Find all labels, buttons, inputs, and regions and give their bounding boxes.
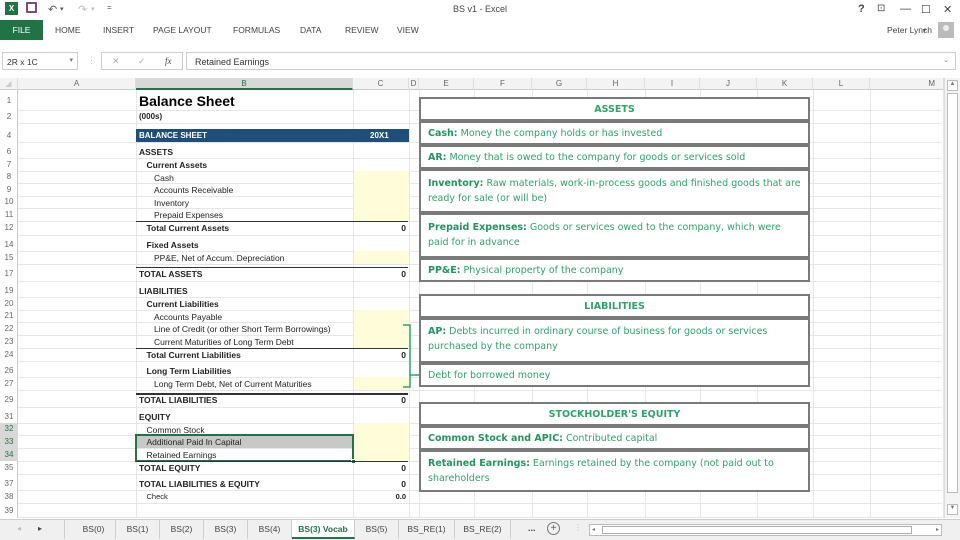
total-border-line xyxy=(136,267,408,268)
new-sheet-button[interactable]: + xyxy=(547,522,560,535)
line-item-label[interactable]: Total Current Liabilities xyxy=(147,350,241,360)
debt-bracket-connector xyxy=(403,324,419,388)
line-item-label[interactable]: Prepaid Expenses xyxy=(154,210,223,220)
line-item-label[interactable]: Fixed Assets xyxy=(147,240,199,250)
horizontal-scroll-thumb[interactable] xyxy=(602,526,912,534)
scroll-right-icon[interactable]: ▸ xyxy=(936,526,939,533)
vocab-retained-earnings[interactable]: Retained Earnings: Earnings retained by … xyxy=(419,450,810,492)
total-border-line xyxy=(136,461,408,462)
line-item-label[interactable]: Current Assets xyxy=(147,160,208,170)
sheet-tab[interactable]: BS(0) xyxy=(72,520,116,539)
sheet-title[interactable]: Balance Sheet xyxy=(139,93,235,109)
line-item-label[interactable]: Current Maturities of Long Term Debt xyxy=(154,337,294,347)
vocab-cash[interactable]: Cash: Money the company holds or has inv… xyxy=(419,121,810,145)
def-ppe: Physical property of the company xyxy=(460,265,624,276)
vocab-ppe[interactable]: PP&E: Physical property of the company xyxy=(419,258,810,282)
line-item-label[interactable]: TOTAL ASSETS xyxy=(139,269,202,279)
line-item-label[interactable]: Inventory xyxy=(154,198,189,208)
def-ap: Debts incurred in ordinary course of bus… xyxy=(428,326,768,352)
line-item-label[interactable]: Accounts Payable xyxy=(154,312,222,322)
sheet-tab[interactable]: BS(2) xyxy=(160,520,204,539)
term-common-stock: Common Stock and APIC: xyxy=(428,433,563,444)
sheet-tab[interactable]: BS(5) xyxy=(355,520,399,539)
sheet-tab[interactable]: BS(3) xyxy=(204,520,248,539)
header-year: 20X1 xyxy=(370,131,389,140)
tab-scroll-left-icon[interactable]: ◂ xyxy=(17,524,21,533)
def-debt: Debt for borrowed money xyxy=(428,370,551,381)
sheet-tab[interactable]: BS_RE(2) xyxy=(455,520,511,539)
vocab-debt[interactable]: Debt for borrowed money xyxy=(419,363,810,387)
sheet-tab[interactable]: BS(4) xyxy=(248,520,292,539)
line-item-label[interactable]: ASSETS xyxy=(139,147,173,157)
line-item-label[interactable]: Common Stock xyxy=(147,425,205,435)
line-item-value[interactable]: 0.0 xyxy=(354,492,406,501)
line-item-label[interactable]: Retained Earnings xyxy=(147,450,217,460)
term-retained-earnings: Retained Earnings: xyxy=(428,458,530,469)
scroll-left-icon[interactable]: ◂ xyxy=(592,526,595,533)
def-common-stock: Contributed capital xyxy=(562,433,658,444)
vocab-ap[interactable]: AP: Debts incurred in ordinary course of… xyxy=(419,318,810,363)
sheet-tab[interactable]: BS_RE(1) xyxy=(399,520,455,539)
vocab-common-stock[interactable]: Common Stock and APIC: Contributed capit… xyxy=(419,426,810,450)
line-item-label[interactable]: Long Term Liabilities xyxy=(147,366,232,376)
vocab-inventory[interactable]: Inventory: Raw materials, work-in-proces… xyxy=(419,169,810,213)
line-item-label[interactable]: Accounts Receivable xyxy=(154,185,233,195)
line-item-label[interactable]: Total Current Assets xyxy=(147,223,230,233)
line-item-value[interactable]: 0 xyxy=(354,223,406,233)
sheet-tab[interactable]: BS(3) Vocab xyxy=(292,520,355,539)
input-cell-range[interactable] xyxy=(354,251,409,264)
vocab-prepaid[interactable]: Prepaid Expenses: Goods or services owed… xyxy=(419,213,810,258)
equity-header-box[interactable]: STOCKHOLDER'S EQUITY xyxy=(419,402,810,426)
line-item-value[interactable]: 0 xyxy=(354,479,406,489)
sheet-units[interactable]: (000s) xyxy=(139,112,162,121)
tab-scroll-right-icon[interactable]: ▸ xyxy=(38,524,42,533)
line-item-label[interactable]: LIABILITIES xyxy=(139,286,188,296)
total-border-line xyxy=(136,221,408,222)
tab-divider xyxy=(64,520,65,539)
def-cash: Money the company holds or has invested xyxy=(457,128,663,139)
line-item-value[interactable]: 0 xyxy=(354,463,406,473)
line-item-label[interactable]: Line of Credit (or other Short Term Borr… xyxy=(154,324,331,334)
term-cash: Cash: xyxy=(428,128,458,139)
line-item-label[interactable]: Cash xyxy=(154,173,174,183)
line-item-label[interactable]: PP&E, Net of Accum. Depreciation xyxy=(154,253,284,263)
more-tabs-button[interactable]: ... xyxy=(528,523,536,533)
vocab-ar[interactable]: AR: Money that is owed to the company fo… xyxy=(419,145,810,169)
liabilities-header-box[interactable]: LIABILITIES xyxy=(419,294,810,318)
term-ar: AR: xyxy=(428,152,447,163)
line-item-label[interactable]: TOTAL LIABILITIES xyxy=(139,395,217,405)
line-item-label[interactable]: Current Liabilities xyxy=(147,299,219,309)
header-label: BALANCE SHEET xyxy=(139,131,208,140)
line-item-value[interactable]: 0 xyxy=(354,350,406,360)
term-ap: AP: xyxy=(428,326,447,337)
horizontal-scrollbar[interactable]: ◂ ▸ xyxy=(589,524,942,536)
balance-sheet-header-bar[interactable]: BALANCE SHEET 20X1 xyxy=(136,129,409,142)
total-border-line xyxy=(136,348,408,349)
splitter-grip-icon[interactable]: ⋮ xyxy=(574,523,582,532)
line-item-label[interactable]: EQUITY xyxy=(139,412,171,422)
sheet-tab[interactable]: BS(1) xyxy=(116,520,160,539)
line-item-label[interactable]: Additional Paid In Capital xyxy=(147,437,242,447)
input-cell-range[interactable] xyxy=(354,423,409,461)
line-item-label[interactable]: TOTAL EQUITY xyxy=(139,463,200,473)
term-ppe: PP&E: xyxy=(428,265,461,276)
term-prepaid: Prepaid Expenses: xyxy=(428,222,527,233)
sheet-tab-bar: ◂ ▸ BS(0) BS(1) BS(2) BS(3) BS(4) BS(3) Vocab… xyxy=(0,519,960,540)
line-item-label[interactable]: Long Term Debt, Net of Current Maturitie… xyxy=(154,379,312,389)
input-cell-range[interactable] xyxy=(354,171,409,221)
line-item-value[interactable]: 0 xyxy=(354,269,406,279)
assets-header-box[interactable]: ASSETS xyxy=(419,97,810,121)
line-item-label[interactable]: TOTAL LIABILITIES & EQUITY xyxy=(139,479,260,489)
def-inventory: Raw materials, work-in-process goods and… xyxy=(428,178,801,204)
term-inventory: Inventory: xyxy=(428,178,484,189)
line-item-label[interactable]: Check xyxy=(147,492,168,501)
def-ar: Money that is owed to the company for go… xyxy=(446,152,746,163)
line-item-value[interactable]: 0 xyxy=(354,395,406,405)
